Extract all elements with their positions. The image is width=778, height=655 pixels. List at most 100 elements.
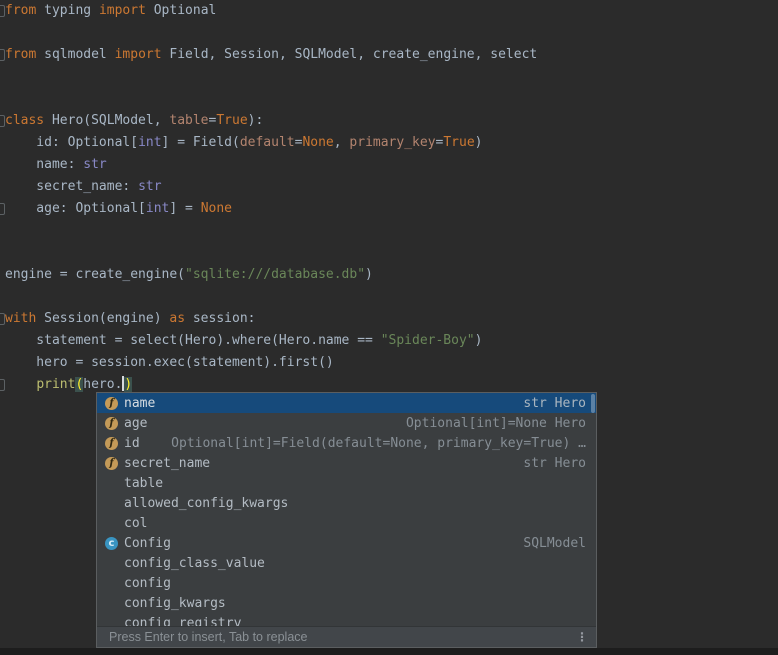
completion-type-hint: Optional[int]=Field(default=None, primar…: [171, 436, 586, 451]
code-line-6[interactable]: class Hero(SQLModel, table=True):: [5, 110, 263, 132]
completion-item-config_kwargs[interactable]: config_kwargs: [97, 593, 596, 613]
completion-item-config_registry[interactable]: config_registry: [97, 613, 596, 626]
field-icon: f: [105, 437, 118, 450]
code-token: True: [216, 113, 247, 128]
completion-label: Config: [124, 536, 171, 551]
editor-bottom-strip: [0, 648, 778, 655]
code-token: None: [302, 135, 333, 150]
class-icon: c: [105, 537, 118, 550]
code-line-13[interactable]: engine = create_engine("sqlite:///databa…: [5, 264, 373, 286]
field-icon: f: [105, 417, 118, 430]
completion-label: secret_name: [124, 456, 210, 471]
gutter-icon[interactable]: [0, 5, 5, 17]
icon-placeholder: [105, 597, 118, 610]
code-line-1[interactable]: from typing import Optional: [5, 0, 216, 22]
code-line-7[interactable]: id: Optional[int] = Field(default=None, …: [5, 132, 482, 154]
code-line-10[interactable]: age: Optional[int] = None: [5, 198, 232, 220]
completion-list: fnamestr HerofageOptional[int]=None Hero…: [97, 393, 596, 626]
completion-label: config_kwargs: [124, 596, 226, 611]
completion-footer: Press Enter to insert, Tab to replace ⋮: [97, 626, 596, 647]
code-token: table: [169, 113, 208, 128]
code-line-8[interactable]: name: str: [5, 154, 107, 176]
text-caret: [122, 376, 124, 391]
completion-item-allowed_config_kwargs[interactable]: allowed_config_kwargs: [97, 493, 596, 513]
gutter-icon[interactable]: [0, 313, 5, 325]
icon-placeholder: [105, 617, 118, 627]
code-line-3[interactable]: from sqlmodel import Field, Session, SQL…: [5, 44, 537, 66]
code-token: session:: [185, 311, 255, 326]
icon-placeholder: [105, 517, 118, 530]
code-token: default: [240, 135, 295, 150]
code-token: import: [115, 47, 162, 62]
code-token: as: [169, 311, 185, 326]
code-token: ] = Field(: [162, 135, 240, 150]
more-options-icon[interactable]: ⋮: [576, 630, 588, 644]
code-token: age: Optional[: [5, 201, 146, 216]
completion-label: col: [124, 516, 147, 531]
completion-type-hint: str Hero: [523, 456, 586, 471]
completion-item-config[interactable]: config: [97, 573, 596, 593]
completion-item-id[interactable]: fid Optional[int]=Field(default=None, pri…: [97, 433, 596, 453]
code-token: hero = session.exec(statement).first(): [5, 355, 334, 370]
icon-placeholder: [105, 577, 118, 590]
code-line-17[interactable]: hero = session.exec(statement).first(): [5, 352, 334, 374]
code-token: "Spider-Boy": [381, 333, 475, 348]
gutter-icon[interactable]: [0, 203, 5, 215]
gutter-icon[interactable]: [0, 49, 5, 61]
completion-type-hint: str Hero: [523, 396, 586, 411]
field-icon: f: [105, 457, 118, 470]
code-token: None: [201, 201, 232, 216]
completion-label: name: [124, 396, 155, 411]
completion-type-hint: Optional[int]=None Hero: [406, 416, 586, 431]
code-token: class: [5, 113, 44, 128]
code-token: int: [146, 201, 169, 216]
code-token: Session(engine): [36, 311, 169, 326]
code-token: ): [365, 267, 373, 282]
icon-placeholder: [105, 477, 118, 490]
gutter-icon[interactable]: [0, 379, 5, 391]
code-token: ] =: [169, 201, 200, 216]
code-token: ): [475, 333, 483, 348]
code-token: Field, Session, SQLModel, create_engine,…: [162, 47, 538, 62]
completion-popup: fnamestr HerofageOptional[int]=None Hero…: [96, 392, 597, 648]
completion-item-Config[interactable]: c Config SQLModel: [97, 533, 596, 553]
completion-label: config_registry: [124, 616, 241, 627]
completion-item-age[interactable]: fageOptional[int]=None Hero: [97, 413, 596, 433]
field-icon: f: [105, 397, 118, 410]
completion-label: table: [124, 476, 163, 491]
code-token: print: [36, 377, 75, 392]
completion-item-col[interactable]: col: [97, 513, 596, 533]
completion-item-table[interactable]: table: [97, 473, 596, 493]
code-token: str: [83, 157, 106, 172]
code-token: typing: [36, 3, 99, 18]
code-line-15[interactable]: with Session(engine) as session:: [5, 308, 255, 330]
code-token: str: [138, 179, 161, 194]
code-token: sqlmodel: [36, 47, 114, 62]
code-token: primary_key: [349, 135, 435, 150]
completion-item-name[interactable]: fname str Hero: [97, 393, 596, 413]
code-token: engine = create_engine(: [5, 267, 185, 282]
completion-label: id: [124, 436, 140, 451]
completion-label: config_class_value: [124, 556, 265, 571]
completion-type-hint: SQLModel: [523, 536, 586, 551]
code-token: statement = select(Hero).where(Hero.name…: [5, 333, 381, 348]
code-token: [5, 377, 36, 392]
icon-placeholder: [105, 557, 118, 570]
completion-item-secret_name[interactable]: f secret_name str Hero: [97, 453, 596, 473]
gutter-icon[interactable]: [0, 115, 5, 127]
completion-item-config_class_value[interactable]: config_class_value: [97, 553, 596, 573]
code-token: from: [5, 3, 36, 18]
code-token: hero.: [83, 377, 122, 392]
code-token: name:: [5, 157, 83, 172]
code-token: Hero(SQLModel,: [44, 113, 169, 128]
code-line-16[interactable]: statement = select(Hero).where(Hero.name…: [5, 330, 482, 352]
code-token: ):: [248, 113, 264, 128]
icon-placeholder: [105, 497, 118, 510]
code-token: ,: [334, 135, 350, 150]
code-token: secret_name:: [5, 179, 138, 194]
code-line-9[interactable]: secret_name: str: [5, 176, 162, 198]
code-token: from: [5, 47, 36, 62]
code-token: id: Optional[: [5, 135, 138, 150]
popup-scrollbar-thumb[interactable]: [591, 394, 595, 413]
code-token: with: [5, 311, 36, 326]
